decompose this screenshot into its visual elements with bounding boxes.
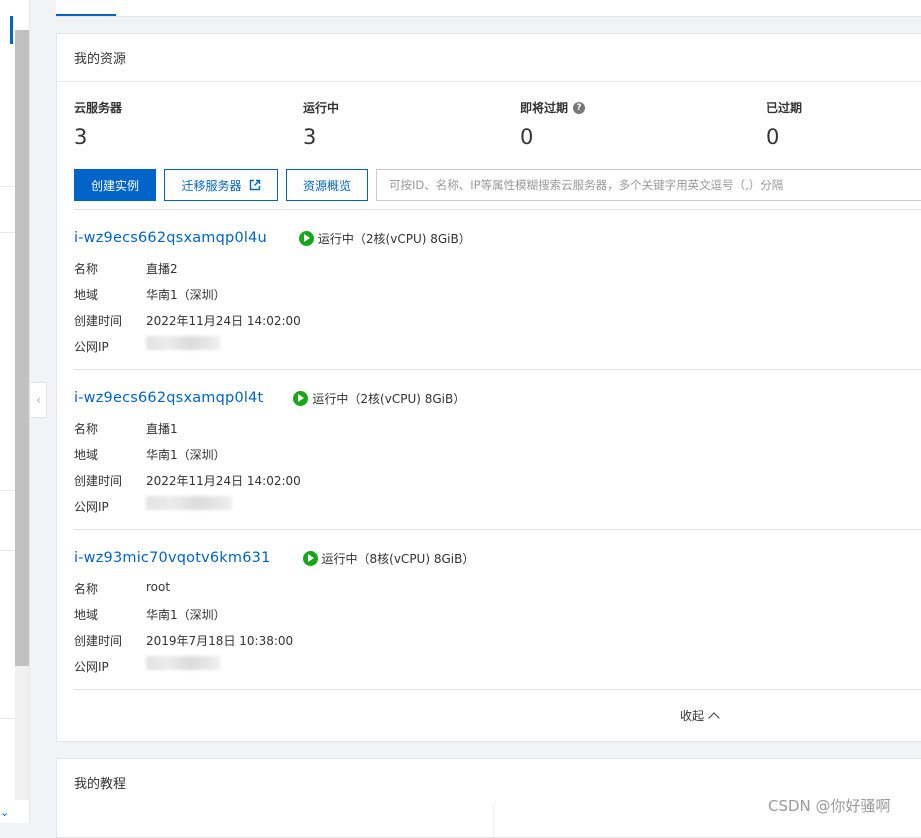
field-value: 直播2: [146, 262, 178, 276]
running-status-icon: [298, 230, 314, 246]
instance-id-link[interactable]: i-wz9ecs662qsxamqp0l4t: [74, 390, 263, 406]
field-value: 华南1（深圳）: [146, 448, 226, 462]
field-label: 名称: [74, 422, 99, 436]
tab-my-images[interactable]: [318, 0, 388, 16]
field-value: 2022年11月24日 14:02:00: [146, 474, 301, 488]
redacted-ip: [146, 656, 220, 670]
help-icon[interactable]: ?: [573, 101, 586, 114]
list-divider: [74, 529, 921, 530]
field-label: 名称: [74, 582, 99, 596]
resource-overview-button[interactable]: 资源概览: [286, 169, 368, 201]
list-divider: [74, 689, 921, 690]
instance-status-text: 运行中（2核(vCPU) 8GiB）: [312, 391, 466, 406]
stat-servers: 云服务器 3: [74, 99, 122, 149]
sidebar-active-indicator: [10, 16, 13, 44]
stat-label: 运行中: [303, 101, 340, 115]
sidebar-divider: [0, 490, 15, 491]
sidebar-divider: [0, 718, 15, 719]
top-tab-bar: [56, 0, 921, 17]
instance-status: 运行中（2核(vCPU) 8GiB）: [298, 230, 471, 247]
redacted-ip: [146, 496, 232, 510]
external-link-icon: [249, 179, 260, 191]
sidebar-scrollbar-thumb[interactable]: [15, 30, 29, 666]
stat-label: 云服务器: [74, 101, 123, 115]
stat-value: 3: [303, 125, 317, 149]
migrate-server-label: 迁移服务器: [181, 178, 242, 193]
list-divider: [74, 369, 921, 370]
tutorials-divider: [493, 805, 494, 835]
sidebar-divider: [0, 186, 15, 187]
field-value: root: [146, 580, 171, 594]
tab-overview[interactable]: [56, 0, 116, 16]
instance-status: 运行中（8核(vCPU) 8GiB）: [302, 550, 475, 567]
field-label: 公网IP: [74, 500, 109, 514]
field-label: 名称: [74, 262, 99, 276]
redacted-ip: [146, 336, 220, 350]
field-value: 2022年11月24日 14:02:00: [146, 314, 301, 328]
collapse-list-button[interactable]: 收起: [680, 707, 720, 724]
instance-item: i-wz9ecs662qsxamqp0l4t 运行中（2核(vCPU) 8GiB…: [74, 388, 921, 514]
tutorials-title: 我的教程: [74, 776, 127, 792]
stat-label: 即将过期: [520, 101, 569, 115]
resources-card-header: 我的资源: [57, 34, 921, 82]
chevron-up-icon: [708, 711, 720, 724]
sidebar-corner-glyph[interactable]: ⌄: [0, 806, 9, 819]
stat-expiring: 即将过期 ? 0: [520, 99, 586, 149]
sidebar-collapse-handle[interactable]: ‹: [31, 382, 47, 418]
search-placeholder: 可按ID、名称、IP等属性模糊搜索云服务器，多个关键字用英文逗号（,）分隔: [389, 178, 784, 192]
field-value: 华南1（深圳）: [146, 288, 226, 302]
resource-overview-label: 资源概览: [302, 178, 351, 193]
stat-running: 运行中 3: [303, 99, 339, 149]
field-value: 华南1（深圳）: [146, 608, 226, 622]
migrate-server-button[interactable]: 迁移服务器: [164, 169, 278, 201]
field-label: 地域: [74, 288, 99, 302]
sidebar-divider: [0, 232, 15, 233]
create-instance-button[interactable]: 创建实例: [74, 169, 156, 201]
running-status-icon: [302, 550, 318, 566]
instance-status: 运行中（2核(vCPU) 8GiB）: [293, 390, 465, 407]
field-label: 公网IP: [74, 660, 109, 674]
instance-item: i-wz93mic70vqotv6km631 运行中（8核(vCPU) 8GiB…: [74, 548, 921, 674]
instance-status-text: 运行中（8核(vCPU) 8GiB）: [321, 551, 475, 566]
stat-value: 0: [766, 125, 780, 149]
chevron-left-icon: ‹: [36, 393, 41, 407]
tab-my-resources[interactable]: [232, 0, 302, 16]
stat-value: 3: [74, 125, 88, 149]
create-instance-label: 创建实例: [90, 178, 139, 193]
field-label: 地域: [74, 448, 99, 462]
collapse-label: 收起: [680, 709, 705, 723]
instance-status-text: 运行中（2核(vCPU) 8GiB）: [317, 231, 471, 246]
resources-title: 我的资源: [74, 52, 127, 67]
instance-search-input[interactable]: 可按ID、名称、IP等属性模糊搜索云服务器，多个关键字用英文逗号（,）分隔: [376, 169, 921, 201]
field-label: 地域: [74, 608, 99, 622]
list-divider: [74, 209, 921, 210]
stat-value: 0: [520, 125, 534, 149]
field-label: 创建时间: [74, 474, 123, 488]
instance-item: i-wz9ecs662qsxamqp0l4u 运行中（2核(vCPU) 8GiB…: [74, 228, 921, 354]
stat-label: 已过期: [766, 101, 803, 115]
tab-my-servers[interactable]: [140, 0, 220, 16]
stat-expired: 已过期 0: [766, 99, 802, 149]
field-label: 创建时间: [74, 314, 123, 328]
watermark: CSDN @你好骚啊: [768, 797, 891, 815]
running-status-icon: [293, 390, 309, 406]
field-value: 直播1: [146, 422, 178, 436]
field-label: 创建时间: [74, 634, 123, 648]
left-sidebar: ⌄: [0, 0, 30, 823]
field-label: 公网IP: [74, 340, 109, 354]
sidebar-divider: [0, 550, 15, 551]
instance-id-link[interactable]: i-wz9ecs662qsxamqp0l4u: [74, 230, 267, 246]
field-value: 2019年7月18日 10:38:00: [146, 634, 294, 648]
instance-id-link[interactable]: i-wz93mic70vqotv6km631: [74, 550, 271, 566]
